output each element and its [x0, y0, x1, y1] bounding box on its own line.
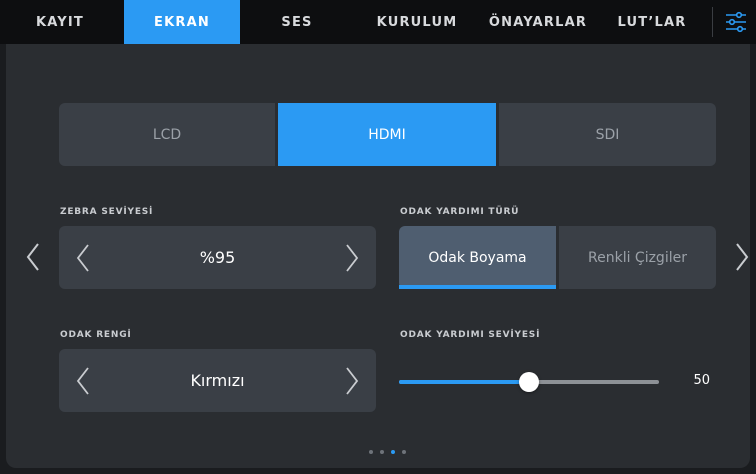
focus-color-previous-button[interactable] [61, 349, 105, 412]
focus-color-label: ODAK RENGİ [60, 330, 132, 340]
focus-option-colored-lines[interactable]: Renkli Çizgiler [559, 226, 716, 289]
chevron-left-icon [26, 243, 39, 271]
focus-assist-type-label: ODAK YARDIMI TÜRÜ [400, 207, 520, 217]
slider-thumb[interactable] [519, 372, 539, 392]
tab-ekran[interactable]: EKRAN [124, 0, 240, 44]
chevron-left-icon [76, 366, 89, 395]
page-dot [368, 450, 373, 454]
tab-kayit[interactable]: KAYIT [10, 0, 110, 44]
focus-assist-level-value: 50 [693, 373, 710, 388]
zebra-decrease-button[interactable] [61, 226, 105, 289]
focus-option-colored-lines-label: Renkli Çizgiler [588, 249, 687, 266]
page-dot [401, 450, 406, 454]
previous-page-button[interactable] [20, 234, 46, 280]
focus-color-next-button[interactable] [330, 349, 374, 412]
chevron-right-icon [346, 243, 359, 272]
slider-fill [399, 380, 529, 384]
next-page-button[interactable] [729, 234, 755, 280]
page-indicator [355, 449, 419, 455]
tab-divider [712, 7, 713, 37]
focus-assist-level-slider[interactable] [399, 370, 659, 394]
focus-option-peaking-label: Odak Boyama [428, 249, 527, 266]
chevron-left-icon [76, 243, 89, 272]
tab-kurulum[interactable]: KURULUM [362, 0, 472, 44]
tab-ses[interactable]: SES [252, 0, 342, 44]
tab-onayarlar[interactable]: ÖNAYARLAR [478, 0, 598, 44]
tab-lutlar[interactable]: LUT’LAR [602, 0, 702, 44]
sliders-icon [726, 11, 746, 33]
focus-color-stepper: Kırmızı [59, 349, 376, 412]
selected-indicator [399, 285, 556, 289]
segment-hdmi[interactable]: HDMI [278, 103, 496, 166]
focus-option-peaking[interactable]: Odak Boyama [399, 226, 556, 289]
zebra-level-value: %95 [199, 248, 236, 267]
page-dot [390, 450, 395, 454]
zebra-increase-button[interactable] [330, 226, 374, 289]
page-dot [379, 450, 384, 454]
focus-color-value: Kırmızı [190, 371, 245, 390]
segment-sdi[interactable]: SDI [499, 103, 716, 166]
zebra-level-stepper: %95 [59, 226, 376, 289]
segment-lcd[interactable]: LCD [59, 103, 275, 166]
settings-menu-button[interactable] [716, 0, 756, 44]
screen: KAYIT EKRAN SES KURULUM ÖNAYARLAR LUT’LA… [0, 0, 756, 474]
chevron-right-icon [346, 366, 359, 395]
chevron-right-icon [736, 243, 749, 271]
zebra-level-label: ZEBRA SEVİYESİ [60, 207, 154, 217]
focus-assist-level-label: ODAK YARDIMI SEVİYESİ [400, 330, 541, 340]
top-tab-bar: KAYIT EKRAN SES KURULUM ÖNAYARLAR LUT’LA… [0, 0, 756, 44]
